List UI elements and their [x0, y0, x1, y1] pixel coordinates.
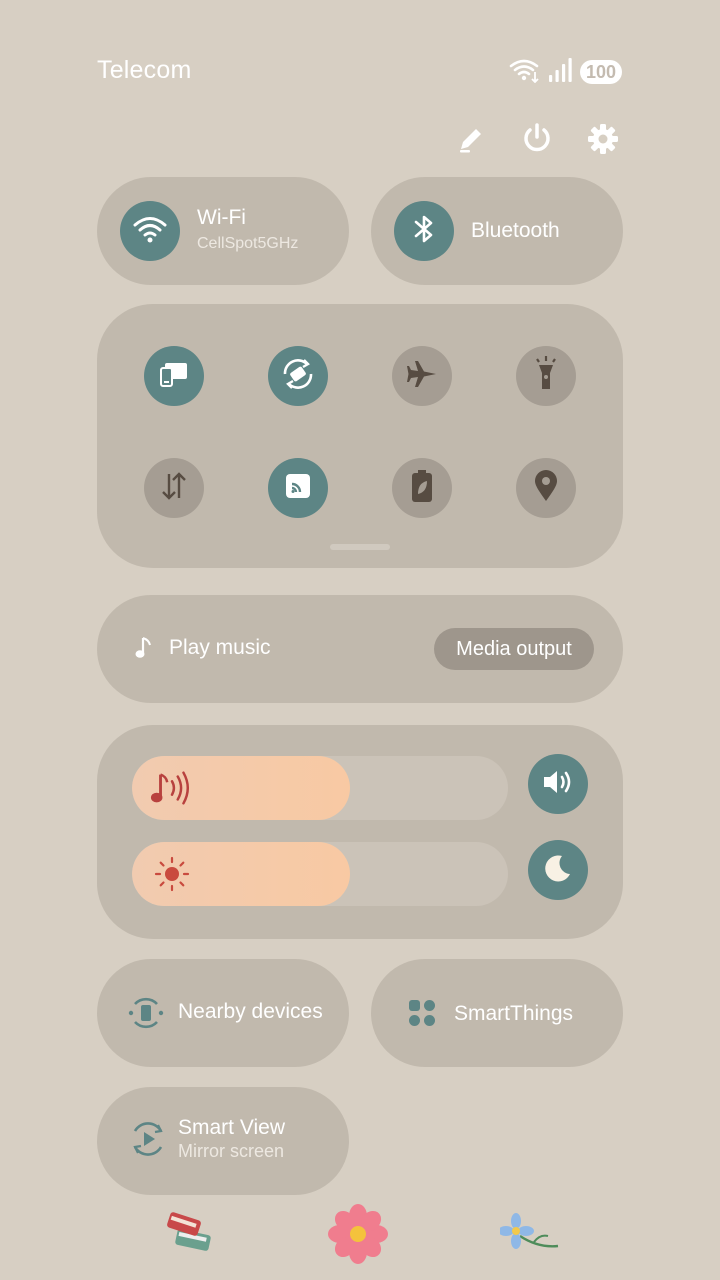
smart-view-card[interactable]: Smart View Mirror screen [97, 1087, 349, 1195]
flashlight-icon [530, 355, 562, 398]
page-indicator[interactable] [330, 544, 390, 550]
bluetooth-icon [412, 213, 436, 250]
bluetooth-toggle[interactable] [394, 201, 454, 261]
tile-location[interactable] [516, 458, 576, 518]
quick-settings-panel [97, 304, 623, 568]
battery-indicator: 100 [580, 60, 623, 84]
media-card[interactable]: Play music Media output [97, 595, 623, 703]
status-icons: 100 [508, 57, 623, 88]
brightness-slider[interactable] [132, 842, 508, 906]
mobile-data-icon [158, 470, 190, 507]
music-volume-icon [150, 768, 194, 808]
power-icon [520, 122, 554, 161]
gear-icon [586, 122, 620, 161]
power-button[interactable] [517, 121, 557, 161]
wifi-title: Wi-Fi [197, 206, 246, 229]
wifi-toggle[interactable] [120, 201, 180, 261]
speaker-icon [541, 767, 575, 802]
smart-view-subtitle: Mirror screen [178, 1141, 285, 1161]
tile-auto-rotate[interactable] [268, 346, 328, 406]
tile-device-connect[interactable] [144, 346, 204, 406]
smartthings-icon [407, 998, 437, 1033]
media-output-button[interactable]: Media output [434, 628, 594, 670]
blue-flower-sticker-icon [500, 1204, 560, 1264]
settings-button[interactable] [583, 121, 623, 161]
tile-power-saving[interactable] [392, 458, 452, 518]
wifi-status-icon [508, 57, 542, 88]
tile-flashlight[interactable] [516, 346, 576, 406]
books-sticker-icon [160, 1204, 220, 1264]
dark-mode-button[interactable] [528, 840, 588, 900]
auto-rotate-icon [279, 355, 317, 398]
wifi-network-name: CellSpot5GHz [197, 235, 299, 252]
moon-icon [542, 852, 574, 889]
bluetooth-card[interactable]: Bluetooth [371, 177, 623, 285]
tile-mobile-data[interactable] [144, 458, 204, 518]
location-icon [532, 469, 560, 508]
flower-sticker-icon [328, 1204, 388, 1264]
pencil-icon [455, 123, 487, 160]
cast-icon [283, 471, 313, 506]
sun-icon [150, 854, 194, 894]
edit-button[interactable] [451, 121, 491, 161]
smartthings-card[interactable]: SmartThings [371, 959, 623, 1067]
signal-icon [548, 57, 574, 88]
music-note-icon [135, 636, 153, 665]
smart-view-icon [129, 1119, 167, 1164]
volume-slider[interactable] [132, 756, 508, 820]
device-connect-icon [157, 359, 191, 394]
smartthings-label: SmartThings [454, 1002, 574, 1025]
airplane-icon [406, 358, 438, 395]
tile-airplane-mode[interactable] [392, 346, 452, 406]
slider-panel [97, 725, 623, 939]
tile-cast[interactable] [268, 458, 328, 518]
sound-mode-button[interactable] [528, 754, 588, 814]
nearby-devices-icon [127, 994, 165, 1037]
wifi-icon [133, 214, 167, 249]
play-music-label[interactable]: Play music [169, 636, 271, 660]
wifi-card[interactable]: Wi-Fi CellSpot5GHz [97, 177, 349, 285]
smart-view-title: Smart View [178, 1116, 285, 1139]
nearby-devices-label: Nearby devices [178, 1000, 323, 1023]
carrier-label: Telecom [97, 56, 192, 84]
bluetooth-title: Bluetooth [471, 219, 560, 242]
nearby-devices-card[interactable]: Nearby devices [97, 959, 349, 1067]
power-saving-icon [409, 468, 435, 509]
